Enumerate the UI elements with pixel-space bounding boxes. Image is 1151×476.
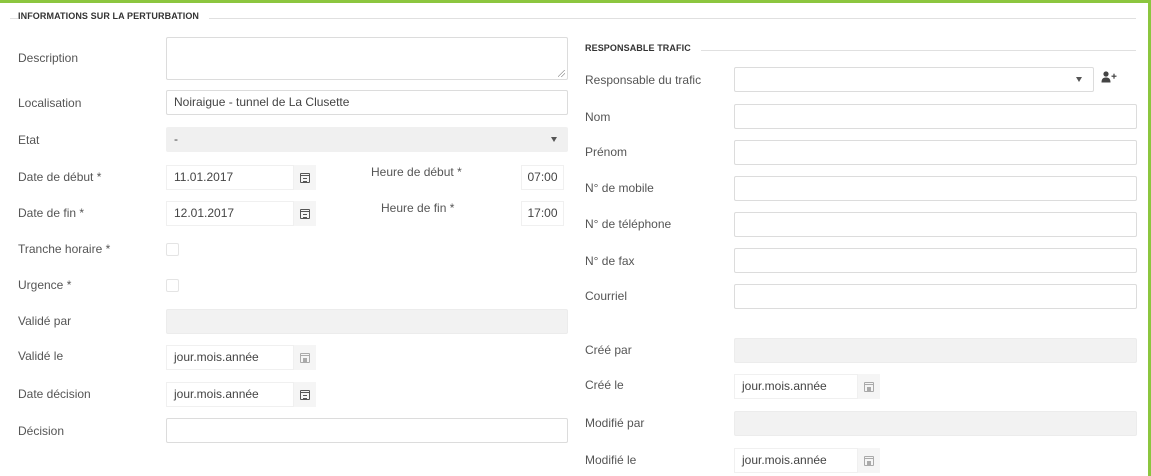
localisation-input[interactable]: Noiraigue - tunnel de La Clusette [166,90,568,115]
heure-fin-input[interactable]: 17:00 [521,201,564,226]
date-debut-calendar-button[interactable] [294,165,316,190]
description-textarea[interactable] [166,37,568,80]
etat-label: Etat [18,133,40,147]
modifie-par-label: Modifié par [585,416,645,430]
fax-input[interactable] [734,248,1137,273]
chevron-down-icon[interactable] [551,137,557,142]
add-user-icon[interactable] [1101,71,1117,83]
heure-debut-input[interactable]: 07:00 [521,165,564,190]
date-fin-group: 12.01.2017 [166,201,316,226]
cree-le-label: Créé le [585,378,624,392]
date-decision-group: jour.mois.année [166,382,316,407]
date-fin-input[interactable]: 12.01.2017 [166,201,294,226]
modifie-le-calendar-button[interactable] [858,448,880,473]
prenom-label: Prénom [585,145,628,159]
modifie-le-label: Modifié le [585,453,637,467]
resize-handle-icon[interactable] [558,70,565,77]
urgence-label: Urgence * [18,278,72,292]
decision-input[interactable] [166,418,568,443]
modifie-le-group: jour.mois.année [734,448,885,473]
section-title-responsable: RESPONSABLE TRAFIC [585,43,701,53]
valide-le-label: Validé le [18,349,64,363]
section-title-perturbation: INFORMATIONS SUR LA PERTURBATION [18,11,210,21]
mobile-label: N° de mobile [585,181,654,195]
date-debut-input[interactable]: 11.01.2017 [166,165,294,190]
cree-par-label: Créé par [585,343,632,357]
calendar-icon [864,381,874,392]
courriel-input[interactable] [734,284,1137,309]
date-decision-input[interactable]: jour.mois.année [166,382,294,407]
valide-par-input [166,309,568,334]
valide-par-label: Validé par [18,314,72,328]
chevron-down-icon[interactable] [1076,77,1082,82]
accent-top-border [0,0,1151,3]
cree-le-group: jour.mois.année [734,374,885,399]
valide-le-input[interactable]: jour.mois.année [166,345,294,370]
valide-le-group: jour.mois.année [166,345,316,370]
modifie-le-input[interactable]: jour.mois.année [734,448,858,473]
cree-le-input[interactable]: jour.mois.année [734,374,858,399]
localisation-label: Localisation [18,96,82,110]
nom-label: Nom [585,110,611,124]
fax-label: N° de fax [585,254,635,268]
calendar-icon [300,208,310,219]
responsable-label: Responsable du trafic [585,73,702,87]
cree-par-input [734,338,1137,363]
nom-input[interactable] [734,104,1137,129]
etat-select[interactable]: - [166,127,568,152]
tranche-horaire-label: Tranche horaire * [18,242,111,256]
heure-debut-label: Heure de début * [371,165,462,179]
calendar-icon [300,352,310,363]
tranche-horaire-checkbox[interactable] [166,243,179,256]
date-fin-calendar-button[interactable] [294,201,316,226]
date-fin-label: Date de fin * [18,206,85,220]
calendar-icon [300,389,310,400]
description-label: Description [18,51,79,65]
prenom-input[interactable] [734,140,1137,165]
date-decision-label: Date décision [18,387,91,401]
urgence-checkbox[interactable] [166,279,179,292]
modifie-par-input [734,411,1137,436]
mobile-input[interactable] [734,176,1137,201]
valide-le-calendar-button[interactable] [294,345,316,370]
heure-fin-label: Heure de fin * [381,201,455,215]
calendar-icon [300,172,310,183]
cree-le-calendar-button[interactable] [858,374,880,399]
responsable-select[interactable] [734,67,1094,92]
calendar-icon [864,455,874,466]
courriel-label: Courriel [585,289,628,303]
date-decision-calendar-button[interactable] [294,382,316,407]
decision-label: Décision [18,424,65,438]
telephone-label: N° de téléphone [585,217,672,231]
date-debut-group: 11.01.2017 [166,165,316,190]
etat-value: - [174,132,178,146]
date-debut-label: Date de début * [18,170,102,184]
telephone-input[interactable] [734,212,1137,237]
